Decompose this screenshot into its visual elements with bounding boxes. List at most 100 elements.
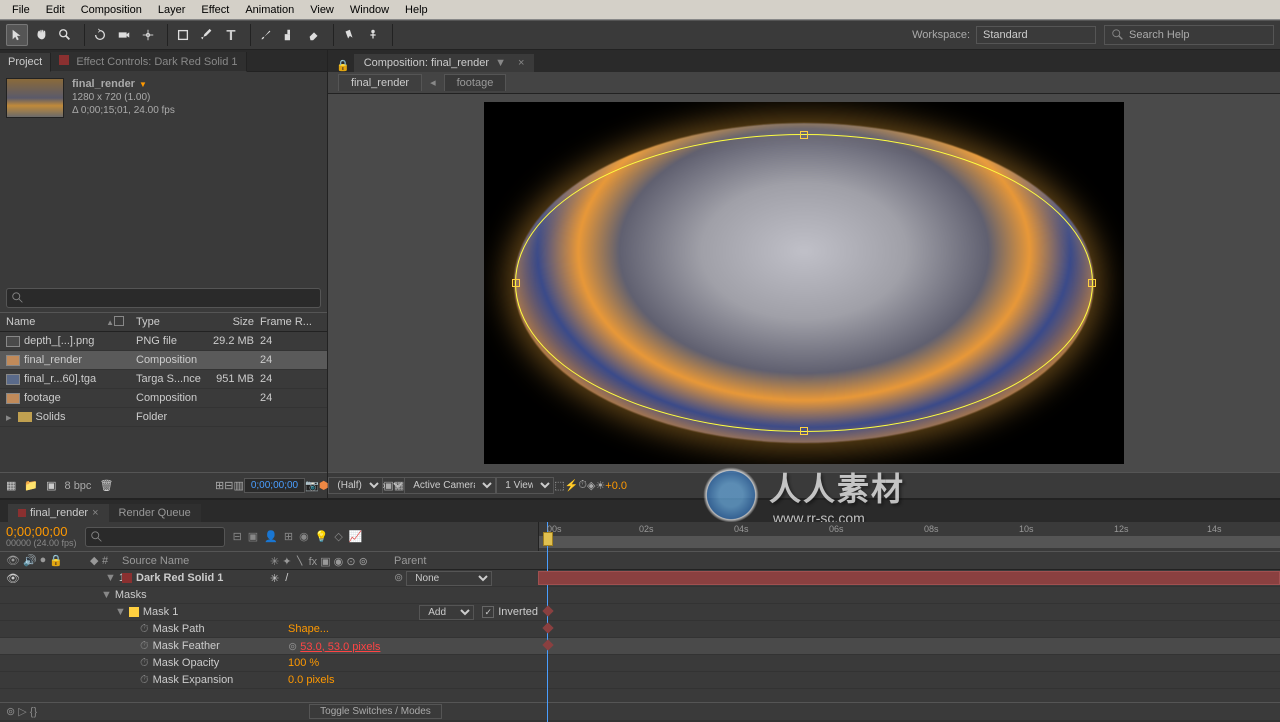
timecode-display[interactable]: 0;00;00;00 (6, 525, 77, 538)
interpret-icon[interactable]: ▦ (6, 479, 16, 492)
graph-editor-icon[interactable]: 📈 (349, 530, 363, 543)
resolution-selector[interactable]: (Half) (328, 477, 383, 494)
text-tool-icon[interactable]: T (220, 24, 242, 46)
col-type[interactable]: Type (136, 316, 210, 328)
video-col-icon[interactable]: 👁 (6, 554, 20, 567)
menu-layer[interactable]: Layer (150, 2, 194, 18)
subtab-final-render[interactable]: final_render (338, 74, 422, 91)
workspace-selector[interactable]: Standard (976, 26, 1096, 44)
search-help-input[interactable]: Search Help (1104, 25, 1274, 45)
solo-col-icon[interactable]: ● (40, 554, 47, 567)
comp-canvas[interactable]: 人人素材 www.rr-sc.com (328, 94, 1280, 472)
stopwatch-icon[interactable]: ⏱ (140, 657, 149, 670)
col-frame[interactable]: Frame R... (260, 316, 327, 328)
parent-col[interactable]: Parent (394, 555, 504, 567)
selection-tool-icon[interactable] (6, 24, 28, 46)
keyframe-icon[interactable] (542, 622, 553, 633)
menu-composition[interactable]: Composition (73, 2, 150, 18)
num-col[interactable]: # (102, 555, 122, 567)
mask-row[interactable]: ▼ Mask 1 Add Inverted (0, 604, 1280, 621)
project-row[interactable]: final_r...60].tga Targa S...nce 951 MB 2… (0, 370, 327, 389)
pen-tool-icon[interactable] (196, 24, 218, 46)
col-tag[interactable] (114, 316, 136, 329)
hand-tool-icon[interactable] (30, 24, 52, 46)
mask-path-row[interactable]: ⏱ Mask Path Shape... (0, 621, 1280, 638)
menu-file[interactable]: File (4, 2, 38, 18)
project-row[interactable]: depth_[...].png PNG file 29.2 MB 24 (0, 332, 327, 351)
eye-icon[interactable]: 👁 (6, 572, 20, 585)
views-selector[interactable]: 1 View (496, 477, 554, 494)
current-time[interactable]: 0;00;00;00 (244, 478, 305, 493)
channel-icon[interactable]: ⬢ (319, 478, 329, 494)
layer-bar[interactable] (538, 571, 1280, 585)
guides-icon[interactable]: ▥ (233, 478, 243, 494)
masks-group-row[interactable]: ▼Masks (0, 587, 1280, 604)
tab-composition[interactable]: Composition: final_render▼× (354, 54, 535, 72)
twirl-icon[interactable]: ▼ (115, 606, 126, 618)
shape-tool-icon[interactable] (172, 24, 194, 46)
bpc-display[interactable]: 8 bpc (65, 480, 92, 492)
comp-thumbnail[interactable] (6, 78, 64, 118)
transparency-icon[interactable]: ▦ (394, 478, 404, 494)
item-menu-icon[interactable]: ▼ (139, 78, 147, 91)
twirl-icon[interactable]: ▼ (101, 589, 112, 601)
project-row[interactable]: final_render Composition 24 (0, 351, 327, 370)
stopwatch-icon[interactable]: ⏱ (140, 623, 149, 636)
tab-render-queue[interactable]: Render Queue (109, 504, 201, 522)
menu-effect[interactable]: Effect (193, 2, 237, 18)
lock-icon[interactable]: 🔒 (332, 59, 354, 72)
mask-feather-row[interactable]: ⏱ Mask Feather ⊚ 53.0, 53.0 pixels (0, 638, 1280, 655)
col-name[interactable]: Name▲ (0, 316, 114, 328)
pixel-aspect-icon[interactable]: ⬚ (554, 478, 564, 494)
subtab-footage[interactable]: footage (444, 74, 507, 91)
inverted-checkbox[interactable] (482, 606, 494, 618)
menu-view[interactable]: View (302, 2, 342, 18)
exposure-reset-icon[interactable]: ☀ (595, 478, 605, 494)
name-col[interactable]: Source Name (122, 555, 264, 567)
resolution-icon[interactable]: ⊞ ⊟ ▥ 0;00;00;00 📷 ⬢ (Half) ▣ ▦ Active C… (413, 478, 429, 494)
audio-col-icon[interactable]: 🔊 (23, 554, 37, 567)
tag-col[interactable]: ◆ (90, 554, 102, 567)
hide-shy-icon[interactable]: 👤 (264, 530, 278, 543)
time-ruler[interactable]: 00s 02s 04s 06s 08s 10s 12s 14s (538, 522, 1280, 551)
new-comp-icon[interactable]: ▣ (46, 479, 56, 492)
grid-icon[interactable]: ⊟ (224, 478, 233, 494)
flowchart-icon[interactable]: ◈ (587, 478, 595, 494)
camera-tool-icon[interactable] (113, 24, 135, 46)
project-search-input[interactable] (6, 288, 321, 308)
draft-3d-icon[interactable]: ▣ (248, 530, 258, 543)
comp-mini-icon[interactable]: ⊟ (233, 530, 242, 543)
mask-expansion-row[interactable]: ⏱ Mask Expansion 0.0 pixels (0, 672, 1280, 689)
auto-keyframe-icon[interactable]: ◇ (334, 530, 342, 543)
mask-color-icon[interactable] (129, 607, 139, 617)
frame-blend-icon[interactable]: ⊞ (284, 530, 293, 543)
layer-row[interactable]: 👁 ▼1 Dark Red Solid 1 ✳/ ⊚ None (0, 570, 1280, 587)
motion-blur-icon[interactable]: ◉ (299, 530, 309, 543)
keyframe-icon[interactable] (542, 639, 553, 650)
parent-selector[interactable]: None (406, 571, 492, 586)
project-row[interactable]: ▸Solids Folder (0, 408, 327, 427)
brush-tool-icon[interactable] (255, 24, 277, 46)
rotate-tool-icon[interactable] (89, 24, 111, 46)
menu-edit[interactable]: Edit (38, 2, 73, 18)
tab-effect-controls[interactable]: Effect Controls: Dark Red Solid 1 (51, 52, 246, 72)
trash-icon[interactable]: 🗑 (99, 479, 113, 492)
roto-tool-icon[interactable] (338, 24, 360, 46)
clone-tool-icon[interactable] (279, 24, 301, 46)
lock-col-icon[interactable]: 🔒 (49, 554, 63, 567)
mask-opacity-row[interactable]: ⏱ Mask Opacity 100 % (0, 655, 1280, 672)
camera-selector[interactable]: Active Camera (404, 477, 496, 494)
tab-project[interactable]: Project (0, 53, 51, 72)
menu-animation[interactable]: Animation (237, 2, 302, 18)
roi-icon[interactable]: ▣ (383, 478, 393, 494)
project-row[interactable]: footage Composition 24 (0, 389, 327, 408)
col-size[interactable]: Size (210, 316, 260, 328)
timeline-icon[interactable]: ⏱ (578, 478, 587, 494)
mask-path-value[interactable]: Shape... (288, 623, 538, 635)
fast-preview-icon[interactable]: ⚡ (565, 478, 579, 494)
new-folder-icon[interactable]: 📁 (24, 479, 38, 492)
zoom-tool-icon[interactable] (54, 24, 76, 46)
stopwatch-icon[interactable]: ⏱ (140, 640, 149, 653)
puppet-tool-icon[interactable] (362, 24, 384, 46)
switches-col[interactable]: ✳ ✦ 〵 fx ▣ ◉ ⊙ ⊚ (264, 553, 394, 569)
